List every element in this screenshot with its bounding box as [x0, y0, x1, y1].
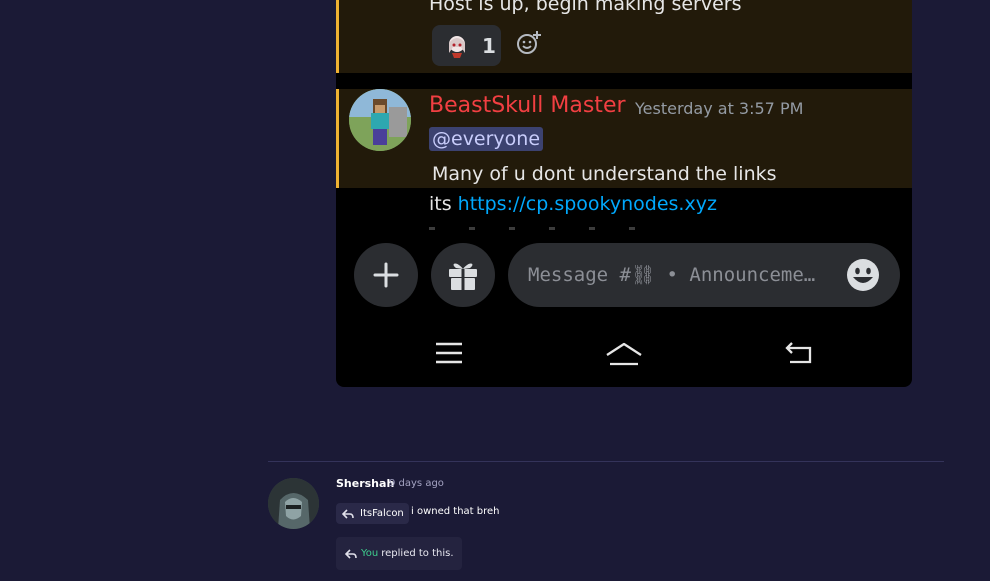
- avatar[interactable]: [349, 89, 411, 151]
- message-text: Many of u dont understand the links: [432, 163, 777, 185]
- comment-divider: [268, 461, 944, 462]
- plus-icon: [373, 262, 399, 288]
- comment-time: 9 days ago: [389, 478, 444, 489]
- message-input[interactable]: Message #⛓ • Announceme…: [508, 243, 900, 307]
- reply-reference[interactable]: ItsFalcon: [336, 503, 409, 524]
- attach-button[interactable]: [354, 243, 418, 307]
- comment-author[interactable]: Shershah: [336, 477, 394, 490]
- message-timestamp: Yesterday at 3:57 PM: [635, 99, 804, 118]
- replied-notice: You replied to this.: [336, 537, 462, 570]
- replied-text: replied to this.: [381, 548, 454, 559]
- add-reaction-icon[interactable]: [516, 30, 542, 56]
- cut-off-text: [429, 227, 659, 230]
- message-placeholder: Message #⛓ • Announceme…: [528, 264, 816, 286]
- message-host-up: Host is up, begin making servers 1: [336, 0, 912, 73]
- message-author[interactable]: BeastSkull Master: [429, 93, 626, 118]
- reply-target-user[interactable]: ItsFalcon: [360, 508, 404, 519]
- minecraft-avatar-icon: [349, 89, 411, 151]
- gift-button[interactable]: [431, 243, 495, 307]
- message-link[interactable]: https://cp.spookynodes.xyz: [458, 193, 717, 215]
- avatar[interactable]: [268, 478, 319, 529]
- message-beastskull: BeastSkull Master Yesterday at 3:57 PM @…: [336, 89, 912, 188]
- message-link-line: its https://cp.spookynodes.xyz: [429, 193, 717, 215]
- anime-girl-emoji-icon: [449, 35, 465, 58]
- comment-text: i owned that breh: [411, 506, 500, 517]
- emoji-icon[interactable]: [846, 258, 880, 292]
- link-prefix: its: [429, 193, 458, 215]
- back-icon[interactable]: [784, 338, 814, 368]
- menu-icon[interactable]: [434, 338, 464, 368]
- replied-you: You: [361, 548, 379, 559]
- reaction-chip[interactable]: 1: [432, 25, 501, 66]
- user-avatar-icon: [268, 478, 319, 529]
- everyone-mention[interactable]: @everyone: [429, 127, 544, 151]
- reply-arrow-icon: [342, 508, 354, 519]
- reply-arrow-icon: [345, 548, 357, 559]
- home-icon[interactable]: [604, 338, 644, 368]
- reaction-count: 1: [482, 33, 496, 58]
- message-text: Host is up, begin making servers: [429, 0, 742, 15]
- embedded-screenshot: Host is up, begin making servers 1 Beast…: [336, 0, 912, 387]
- gift-icon: [449, 263, 477, 290]
